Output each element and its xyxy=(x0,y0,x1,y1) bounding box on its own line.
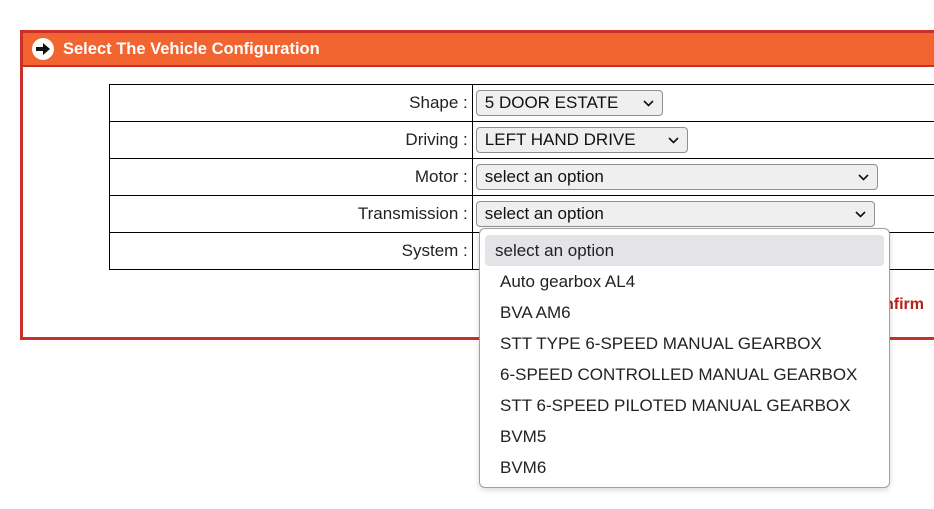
shape-select[interactable]: 5 DOOR ESTATE xyxy=(475,90,663,116)
motor-label: Motor : xyxy=(109,158,473,196)
row-shape: Shape : 5 DOOR ESTATE xyxy=(109,84,934,122)
driving-label: Driving : xyxy=(109,121,473,159)
panel-title: Select The Vehicle Configuration xyxy=(63,39,320,58)
dropdown-option[interactable]: Auto gearbox AL4 xyxy=(485,266,884,297)
dropdown-option[interactable]: BVM6 xyxy=(485,452,884,483)
dropdown-option[interactable]: BVM5 xyxy=(485,421,884,452)
dropdown-option[interactable]: select an option xyxy=(485,235,884,266)
row-motor: Motor : select an option xyxy=(109,158,934,196)
driving-select-value: LEFT HAND DRIVE xyxy=(484,130,636,149)
row-transmission: Transmission : select an option xyxy=(109,195,934,233)
transmission-select[interactable]: select an option xyxy=(475,201,875,227)
arrow-right-circle-icon xyxy=(32,38,54,60)
panel-header: Select The Vehicle Configuration xyxy=(23,33,934,67)
transmission-label: Transmission : xyxy=(109,195,473,233)
chevron-down-icon xyxy=(668,136,679,144)
shape-label: Shape : xyxy=(109,84,473,122)
motor-select-value: select an option xyxy=(484,167,604,186)
system-label: System : xyxy=(109,232,473,270)
chevron-down-icon xyxy=(855,210,866,218)
transmission-select-value: select an option xyxy=(484,204,604,223)
shape-select-value: 5 DOOR ESTATE xyxy=(484,93,619,112)
chevron-down-icon xyxy=(858,173,869,181)
page: Select The Vehicle Configuration Shape :… xyxy=(0,0,934,509)
confirm-link[interactable]: nfirm xyxy=(884,296,924,314)
row-driving: Driving : LEFT HAND DRIVE xyxy=(109,121,934,159)
dropdown-option[interactable]: STT TYPE 6-SPEED MANUAL GEARBOX xyxy=(485,328,884,359)
motor-select[interactable]: select an option xyxy=(475,164,878,190)
transmission-dropdown-list: select an option Auto gearbox AL4 BVA AM… xyxy=(479,228,890,488)
dropdown-option[interactable]: 6-SPEED CONTROLLED MANUAL GEARBOX xyxy=(485,359,884,390)
dropdown-option[interactable]: STT 6-SPEED PILOTED MANUAL GEARBOX xyxy=(485,390,884,421)
driving-select[interactable]: LEFT HAND DRIVE xyxy=(475,127,688,153)
dropdown-option[interactable]: BVA AM6 xyxy=(485,297,884,328)
chevron-down-icon xyxy=(643,99,654,107)
